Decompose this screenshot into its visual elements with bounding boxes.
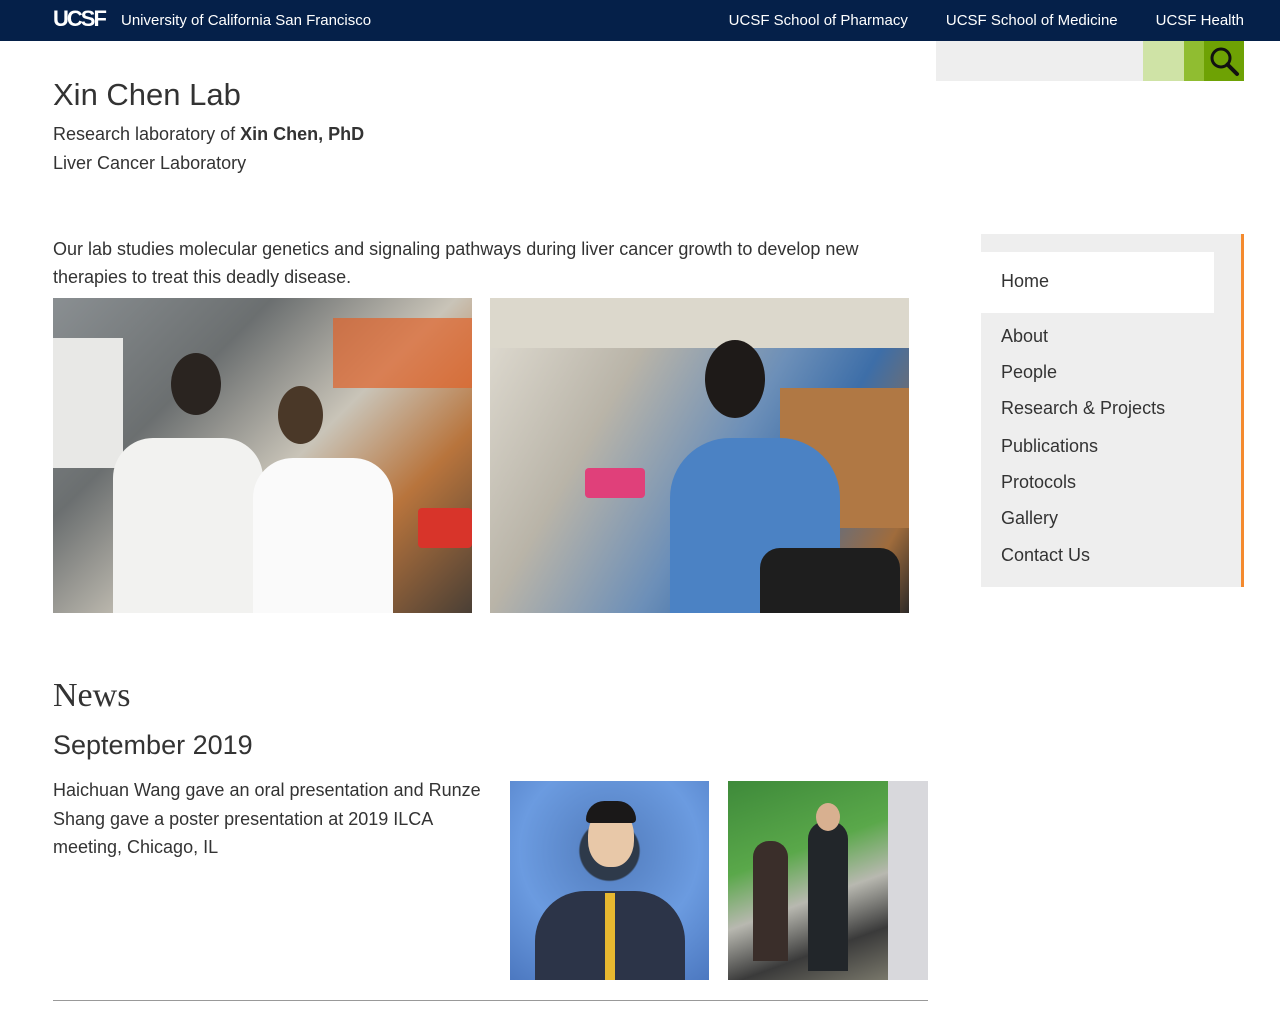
search-bar <box>936 41 1244 81</box>
nav-item-about[interactable]: About <box>1001 326 1048 347</box>
news-date-heading: September 2019 <box>53 730 253 760</box>
link-school-of-pharmacy[interactable]: UCSF School of Pharmacy <box>729 12 908 29</box>
link-ucsf-health[interactable]: UCSF Health <box>1156 12 1244 29</box>
lab-description: Liver Cancer Laboratory <box>53 153 247 173</box>
nav-item-home[interactable]: Home <box>1001 271 1049 292</box>
lab-photo-two-researchers <box>53 298 472 613</box>
news-divider <box>53 1000 928 1001</box>
nav-item-people[interactable]: People <box>1001 362 1057 383</box>
site-subtitle: Research laboratory of Xin Chen, PhD <box>53 124 364 145</box>
lab-photo-researcher-at-hood <box>490 298 909 613</box>
nav-item-gallery[interactable]: Gallery <box>1001 508 1058 529</box>
pi-name: Xin Chen, PhD <box>240 124 365 144</box>
news-heading: News <box>53 677 131 714</box>
university-link[interactable]: University of California San Francisco <box>121 12 371 29</box>
news-item-text: Haichuan Wang gave an oral presentation … <box>53 780 481 857</box>
nav-item-publications[interactable]: Publications <box>1001 436 1098 457</box>
top-bar: UCSF University of California San Franci… <box>0 0 1280 41</box>
sidebar-nav: Home About People Research & Projects Pu… <box>981 234 1244 587</box>
site-title[interactable]: Xin Chen Lab <box>53 77 241 113</box>
nav-item-contact-us[interactable]: Contact Us <box>1001 545 1090 566</box>
search-icon <box>1210 47 1239 76</box>
news-photo-poster-presentation <box>728 781 928 980</box>
search-input[interactable] <box>936 41 1143 81</box>
search-decoration-light <box>1143 41 1184 81</box>
news-photo-oral-presentation <box>510 781 709 980</box>
nav-item-research-projects[interactable]: Research & Projects <box>1001 398 1165 419</box>
search-button[interactable] <box>1204 41 1244 81</box>
subtitle-prefix: Research laboratory of <box>53 124 241 144</box>
top-links: UCSF School of Pharmacy UCSF School of M… <box>729 12 1244 29</box>
search-decoration-mid <box>1184 41 1204 81</box>
ucsf-logo[interactable]: UCSF <box>53 6 107 32</box>
nav-item-protocols[interactable]: Protocols <box>1001 472 1076 493</box>
intro-text: Our lab studies molecular genetics and s… <box>53 239 859 287</box>
link-school-of-medicine[interactable]: UCSF School of Medicine <box>946 12 1118 29</box>
